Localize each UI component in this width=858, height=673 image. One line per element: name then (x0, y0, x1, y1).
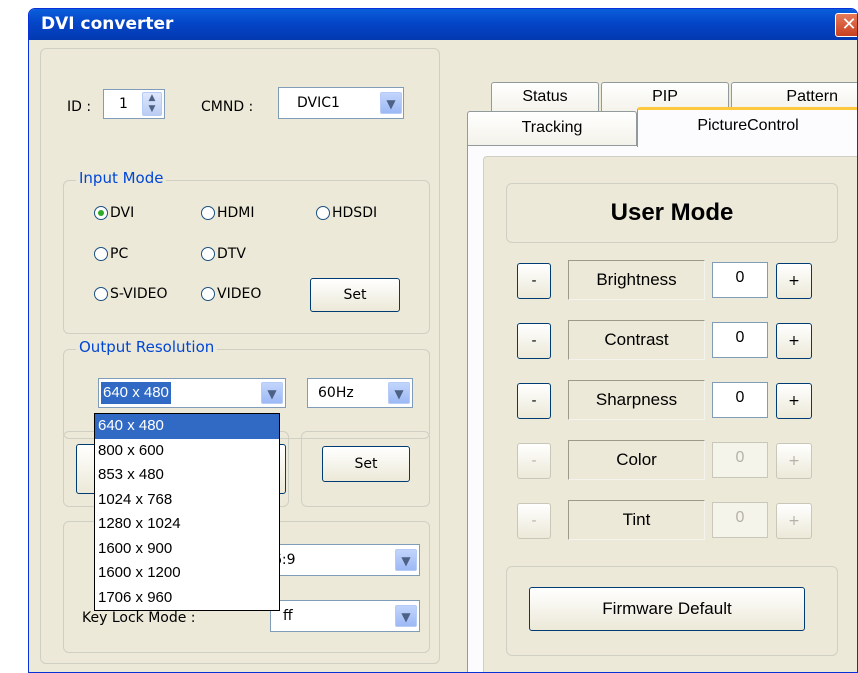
chevron-down-icon[interactable]: ▼ (388, 382, 410, 404)
resolution-dropdown-list: 640 x 480 800 x 600 853 x 480 1024 x 768… (94, 413, 280, 611)
spin-arrows-icon[interactable]: ▲ ▼ (142, 92, 162, 116)
contrast-label: Contrast (568, 320, 705, 360)
keylock-value: ff (283, 608, 293, 624)
chevron-down-icon[interactable]: ▼ (261, 382, 283, 404)
firmware-default-button[interactable]: Firmware Default (529, 587, 805, 631)
radio-dvi-label[interactable]: DVI (110, 205, 134, 221)
radio-dtv[interactable] (201, 247, 215, 261)
brightness-plus-button[interactable]: + (776, 263, 812, 299)
color-plus-button[interactable]: + (776, 443, 812, 479)
chevron-down-icon[interactable]: ▼ (395, 605, 417, 627)
radio-hdsdi[interactable] (316, 206, 330, 220)
dropdown-option[interactable]: 1024 x 768 (95, 488, 279, 513)
dropdown-option[interactable]: 1600 x 900 (95, 537, 279, 562)
tint-value[interactable]: 0 (712, 502, 768, 538)
radio-hdsdi-label[interactable]: HDSDI (332, 205, 377, 221)
cmnd-label: CMND : (201, 99, 254, 115)
color-minus-button[interactable]: - (517, 443, 551, 479)
picture-control-panel: User Mode - Brightness 0 + - Contrast 0 … (483, 156, 857, 672)
aspect-combo[interactable]: 6:9 ▼ (270, 544, 420, 576)
radio-s-video[interactable] (94, 287, 108, 301)
contrast-value[interactable]: 0 (712, 322, 768, 358)
refresh-rate-value: 60Hz (318, 385, 354, 401)
dvi-converter-window: DVI converter ✕ ID : 1 ▲ ▼ CMND : DVIC1 ▼… (28, 8, 858, 673)
chevron-down-icon[interactable]: ▼ (395, 549, 417, 571)
output-set-group: Set (301, 431, 430, 507)
picture-control-page: User Mode - Brightness 0 + - Contrast 0 … (467, 145, 857, 672)
user-mode-title: User Mode (506, 183, 838, 243)
dropdown-option[interactable]: 1280 x 1024 (95, 512, 279, 537)
dropdown-option[interactable]: 640 x 480 (95, 414, 279, 439)
firmware-group: Firmware Default (506, 566, 838, 656)
dropdown-option[interactable]: 853 x 480 (95, 463, 279, 488)
color-label: Color (568, 440, 705, 480)
color-value[interactable]: 0 (712, 442, 768, 478)
brightness-label: Brightness (568, 260, 705, 300)
radio-video[interactable] (201, 287, 215, 301)
left-panel: ID : 1 ▲ ▼ CMND : DVIC1 ▼ Input Mode DVI … (40, 48, 440, 664)
cmnd-value: DVIC1 (297, 95, 340, 111)
tab-status[interactable]: Status (491, 82, 599, 112)
radio-hdmi[interactable] (201, 206, 215, 220)
window-title: DVI converter (41, 14, 174, 34)
radio-dtv-label[interactable]: DTV (217, 246, 246, 262)
refresh-rate-combo[interactable]: 60Hz ▼ (307, 378, 413, 408)
sharpness-plus-button[interactable]: + (776, 383, 812, 419)
sharpness-value[interactable]: 0 (712, 382, 768, 418)
dropdown-option[interactable]: 800 x 600 (95, 439, 279, 464)
id-label: ID : (67, 99, 92, 115)
radio-pc[interactable] (94, 247, 108, 261)
contrast-minus-button[interactable]: - (517, 323, 551, 359)
chevron-down-icon[interactable]: ▼ (380, 92, 402, 114)
tab-tracking[interactable]: Tracking (467, 111, 637, 145)
radio-dvi[interactable] (94, 206, 108, 220)
tint-label: Tint (568, 500, 705, 540)
title-bar[interactable]: DVI converter ✕ (29, 9, 857, 40)
dropdown-option[interactable]: 1706 x 960 (95, 586, 279, 611)
close-icon[interactable]: ✕ (835, 13, 857, 37)
input-mode-legend: Input Mode (76, 169, 167, 187)
resolution-combo[interactable]: 640 x 480 ▼ (98, 378, 286, 408)
id-spinner[interactable]: 1 ▲ ▼ (103, 89, 165, 119)
brightness-value[interactable]: 0 (712, 262, 768, 298)
tab-picturecontrol[interactable]: PictureControl (637, 107, 857, 147)
resolution-value: 640 x 480 (101, 382, 171, 404)
sharpness-label: Sharpness (568, 380, 705, 420)
radio-pc-label[interactable]: PC (110, 246, 128, 262)
brightness-minus-button[interactable]: - (517, 263, 551, 299)
output-resolution-legend: Output Resolution (76, 338, 218, 356)
dropdown-option[interactable]: 1600 x 1200 (95, 561, 279, 586)
input-mode-group: Input Mode DVI HDMI HDSDI PC DTV S-VIDEO… (63, 169, 430, 334)
tint-plus-button[interactable]: + (776, 503, 812, 539)
radio-video-label[interactable]: VIDEO (217, 286, 261, 302)
contrast-plus-button[interactable]: + (776, 323, 812, 359)
radio-hdmi-label[interactable]: HDMI (217, 205, 255, 221)
output-resolution-set-button[interactable]: Set (322, 446, 410, 482)
radio-s-video-label[interactable]: S-VIDEO (110, 286, 167, 302)
cmnd-combo[interactable]: DVIC1 ▼ (278, 87, 404, 119)
input-mode-set-button[interactable]: Set (310, 278, 400, 312)
tint-minus-button[interactable]: - (517, 503, 551, 539)
keylock-label: Key Lock Mode : (82, 610, 196, 626)
id-value: 1 (119, 96, 128, 112)
keylock-combo[interactable]: ff ▼ (270, 600, 420, 632)
sharpness-minus-button[interactable]: - (517, 383, 551, 419)
